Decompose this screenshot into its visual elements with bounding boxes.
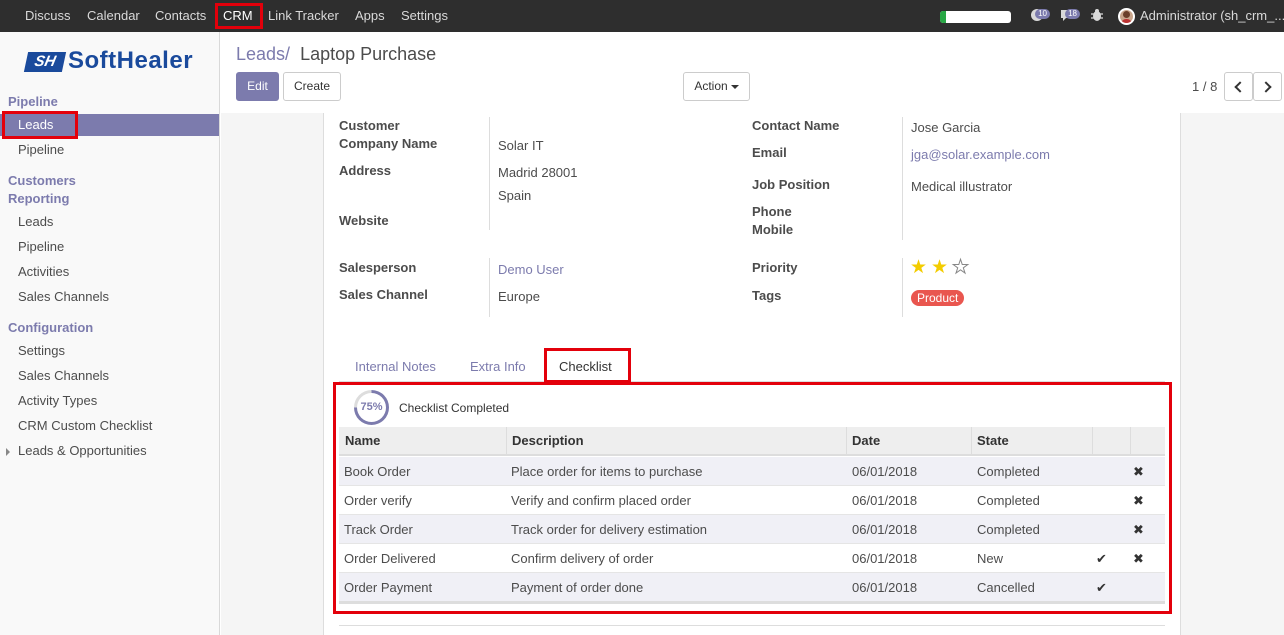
pager-previous-button[interactable]	[1224, 72, 1253, 101]
label-job-position: Job Position	[752, 177, 830, 192]
label-sales-channel: Sales Channel	[339, 287, 428, 302]
sidebar-item-reporting-pipeline[interactable]: Pipeline	[0, 236, 219, 258]
activity-count: 10	[1035, 9, 1050, 19]
action-dropdown[interactable]: Action	[683, 72, 750, 101]
label-contact-name: Contact Name	[752, 118, 840, 133]
menu-contacts[interactable]: Contacts	[155, 0, 206, 32]
section-configuration: Configuration	[8, 320, 94, 335]
menu-link-tracker[interactable]: Link Tracker	[268, 0, 339, 32]
caret-right-icon	[6, 448, 10, 456]
bug-icon[interactable]	[1090, 8, 1104, 22]
label-mobile: Mobile	[752, 222, 794, 237]
label-salesperson: Salesperson	[339, 260, 417, 275]
chevron-left-icon	[1234, 81, 1246, 93]
menu-calendar[interactable]: Calendar	[87, 0, 140, 32]
priority-star-1-icon[interactable]: ★	[910, 258, 927, 278]
message-count: 18	[1065, 9, 1080, 19]
menu-apps[interactable]: Apps	[355, 0, 385, 32]
edit-button[interactable]: Edit	[236, 72, 279, 101]
user-menu[interactable]: Administrator (sh_crm_...	[1140, 0, 1284, 32]
label-address: Address	[339, 163, 392, 178]
sidebar-item-reporting-leads[interactable]: Leads	[0, 211, 219, 233]
tag-badge[interactable]: Product	[911, 290, 965, 306]
sidebar-item-activity-types[interactable]: Activity Types	[0, 390, 219, 412]
sidebar-item-leads-opportunities[interactable]: Leads & Opportunities	[0, 440, 219, 462]
job-position-value: Medical illustrator	[911, 179, 1013, 194]
progress-fill	[940, 11, 946, 23]
breadcrumb: Leads/ Laptop Purchase	[236, 44, 436, 65]
label-phone: Phone	[752, 204, 792, 219]
label-tags: Tags	[752, 288, 782, 303]
priority-star-3-icon[interactable]: ★	[951, 257, 969, 278]
chat-icon[interactable]: 18	[1060, 8, 1080, 22]
logo-text: SoftHealer	[68, 47, 194, 74]
sidebar-item-config-sales-channels[interactable]: Sales Channels	[0, 365, 219, 387]
address-line2: Spain	[498, 188, 532, 203]
sidebar-item-settings[interactable]: Settings	[0, 340, 219, 362]
create-button[interactable]: Create	[283, 72, 341, 101]
section-reporting: Reporting	[8, 191, 70, 206]
section-customers: Customers	[8, 173, 76, 188]
salesperson-link[interactable]: Demo User	[498, 262, 564, 277]
label-email: Email	[752, 145, 787, 160]
label-company-name: Company Name	[339, 136, 438, 151]
sales-channel-value: Europe	[498, 289, 540, 304]
tab-extra-info[interactable]: Extra Info	[470, 359, 526, 374]
pager-value[interactable]: 1 / 8	[1192, 72, 1217, 101]
checklist-tab-highlight	[544, 348, 631, 383]
address-line1: Madrid 28001	[498, 165, 578, 180]
contact-name-value: Jose Garcia	[911, 120, 981, 135]
sidebar-item-activities[interactable]: Activities	[0, 261, 219, 283]
label-priority: Priority	[752, 260, 798, 275]
logo-mark: SH	[23, 52, 67, 72]
label-website: Website	[339, 213, 389, 228]
menu-settings[interactable]: Settings	[401, 0, 448, 32]
sidebar-item-crm-custom-checklist[interactable]: CRM Custom Checklist	[0, 415, 219, 437]
progress-bar[interactable]	[940, 11, 1011, 23]
avatar[interactable]	[1118, 8, 1135, 25]
crm-highlight	[215, 3, 263, 29]
label-customer: Customer	[339, 118, 400, 133]
sidebar-item-label: Leads & Opportunities	[18, 443, 147, 458]
breadcrumb-leads[interactable]: Leads	[236, 44, 285, 64]
priority-star-2-icon[interactable]: ★	[931, 258, 948, 278]
breadcrumb-current: Laptop Purchase	[300, 44, 437, 64]
action-label: Action	[694, 79, 728, 93]
chevron-right-icon	[1260, 81, 1272, 93]
sidebar-item-sales-channels[interactable]: Sales Channels	[0, 286, 219, 308]
tab-internal-notes[interactable]: Internal Notes	[355, 359, 436, 374]
sidebar-item-pipeline[interactable]: Pipeline	[0, 139, 219, 161]
menu-discuss[interactable]: Discuss	[25, 0, 71, 32]
email-link[interactable]: jga@solar.example.com	[911, 147, 1050, 162]
pager-next-button[interactable]	[1253, 72, 1282, 101]
caret-down-icon	[730, 84, 739, 89]
activity-icon[interactable]: 10	[1030, 8, 1050, 22]
checklist-highlight	[333, 382, 1172, 614]
top-navbar: Discuss Calendar Contacts CRM Link Track…	[0, 0, 1284, 32]
leads-highlight	[2, 111, 78, 139]
breadcrumb-separator: /	[285, 44, 291, 64]
company-name-value: Solar IT	[498, 138, 544, 153]
section-pipeline: Pipeline	[8, 94, 58, 109]
